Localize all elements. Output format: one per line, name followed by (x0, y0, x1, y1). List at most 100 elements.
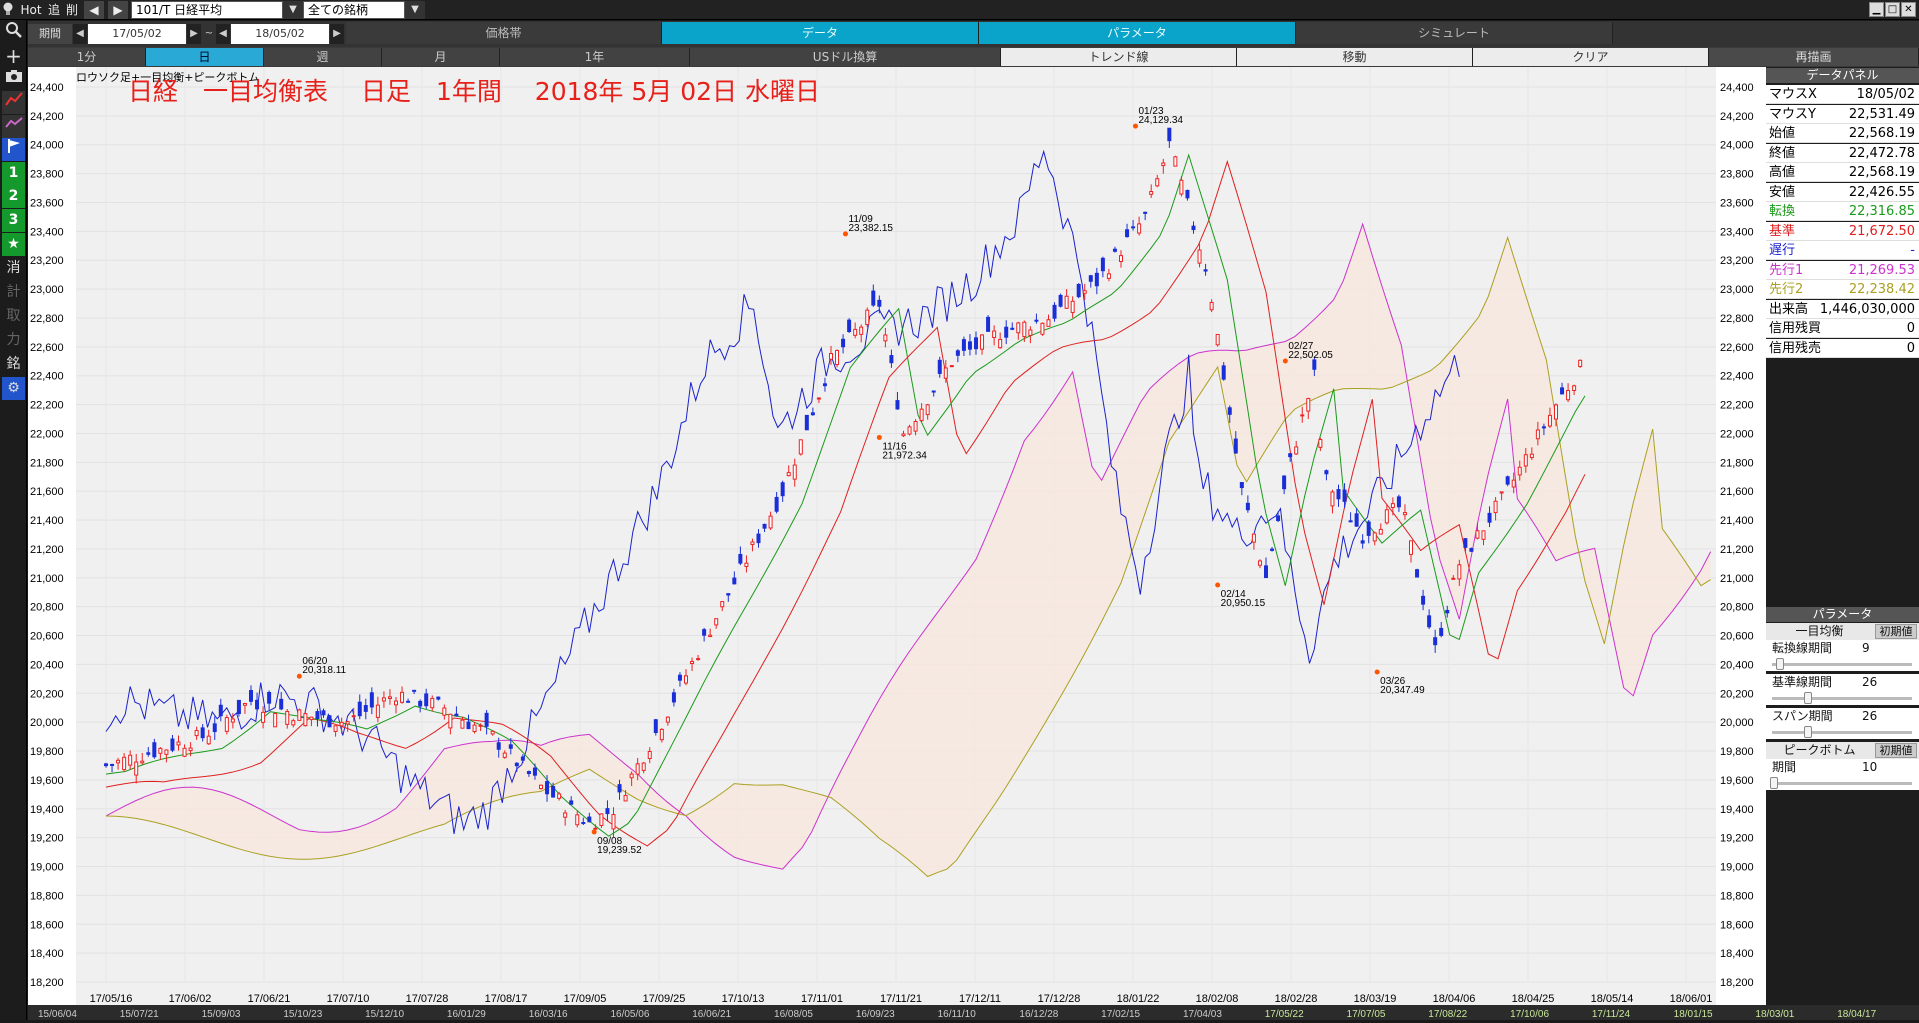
power-button[interactable]: 力 (2, 329, 25, 352)
overview-tick-label: 15/09/03 (202, 1009, 241, 1020)
candle-body (1010, 327, 1015, 330)
from-date-input[interactable]: 17/05/02 (88, 24, 186, 44)
redraw-button[interactable]: 再描画 (1709, 48, 1919, 66)
tenkan-value[interactable]: 9 (1862, 640, 1870, 657)
slider-knob[interactable] (1776, 658, 1784, 670)
candle-body (1439, 627, 1444, 636)
tab-data[interactable]: データ (662, 22, 979, 44)
tab-1year[interactable]: 1年 (500, 48, 690, 66)
crosshair-icon[interactable]: + (2, 45, 25, 68)
period-param-value[interactable]: 10 (1862, 759, 1877, 776)
candle-body (496, 742, 501, 750)
calc-button[interactable]: 計 (2, 281, 25, 304)
candle-chart-icon[interactable] (2, 91, 25, 114)
chevron-right-icon[interactable]: ▶ (330, 24, 344, 44)
overview-axis[interactable]: 15/06/04 15/07/21 15/09/03 15/10/23 15/12/10… (28, 1005, 1919, 1020)
candle-body (255, 699, 260, 710)
preset-1-button[interactable]: 1 (2, 162, 25, 185)
data-row-value: 22,472.78 (1848, 145, 1915, 161)
peak-marker (876, 434, 882, 440)
lightbulb-icon[interactable] (2, 1, 14, 19)
gear-icon[interactable]: ⚙ (2, 377, 25, 400)
slider-knob[interactable] (1770, 777, 1778, 789)
prev-icon[interactable]: ◀ (84, 1, 104, 19)
span-slider[interactable] (1766, 725, 1919, 739)
candle-body (146, 752, 151, 755)
chart-area[interactable]: 24,400 24,400 24,200 24,200 24,000 24,000 23,8… (28, 67, 1766, 1005)
ichimoku-text: 一目均衡 (1795, 624, 1844, 638)
slider-track[interactable] (1772, 782, 1912, 785)
x-tick-label: 17/11/01 (801, 993, 843, 1005)
slider-track[interactable] (1772, 731, 1912, 734)
trendline-button[interactable]: トレンド線 (1001, 48, 1237, 66)
delete-button[interactable]: 削 (64, 1, 80, 19)
symbol-select[interactable]: 101/T 日経平均 (131, 1, 283, 19)
camera-icon[interactable] (2, 68, 25, 91)
y-tick-label-left: 19,000 (30, 862, 64, 874)
clear-button[interactable]: クリア (1473, 48, 1709, 66)
chevron-right-icon[interactable]: ▶ (187, 24, 201, 44)
peak-marker (591, 829, 597, 835)
period-slider[interactable] (1766, 776, 1919, 790)
tab-1min[interactable]: 1分 (28, 48, 146, 66)
tab-price-band[interactable]: 価格帯 (346, 22, 662, 44)
preset-2-button[interactable]: 2 (2, 185, 25, 208)
data-row: 出来高 1,446,030,000 (1766, 299, 1919, 319)
line-chart-icon[interactable] (2, 115, 25, 138)
tenkan-slider[interactable] (1766, 657, 1919, 671)
tab-weekly[interactable]: 週 (264, 48, 382, 66)
candle-body (291, 720, 296, 726)
chevron-down-icon[interactable]: ▼ (283, 1, 303, 19)
preset-3-button[interactable]: 3 (2, 209, 25, 232)
hot-button[interactable]: Hot (18, 1, 44, 19)
peak-bottom-reset-button[interactable]: 初期値 (1875, 743, 1917, 758)
next-icon[interactable]: ▶ (108, 1, 128, 19)
move-button[interactable]: 移動 (1237, 48, 1473, 66)
candle-body (1100, 257, 1105, 272)
candle-body (472, 724, 477, 733)
candle-body (158, 747, 163, 754)
symbol-button[interactable]: 銘 (2, 353, 25, 376)
peak-value-label: 20,318.11 (302, 665, 346, 676)
slider-track[interactable] (1772, 697, 1912, 700)
candle-body (1360, 540, 1365, 544)
chevron-left-icon[interactable]: ◀ (216, 24, 230, 44)
candle-body (605, 808, 610, 815)
slider-track[interactable] (1772, 663, 1912, 666)
candle-body (1215, 333, 1220, 346)
maximize-icon[interactable]: □ (1885, 2, 1900, 17)
search-icon[interactable] (2, 21, 25, 44)
candle-body (545, 781, 550, 795)
minimize-icon[interactable]: ▁ (1869, 2, 1884, 17)
universe-select[interactable]: 全ての銘柄 (303, 1, 405, 19)
kijun-value[interactable]: 26 (1862, 674, 1877, 691)
tab-simulate[interactable]: シミュレート (1296, 22, 1613, 44)
flag-icon[interactable] (2, 138, 25, 161)
top-bar: Hot 追 削 ◀ ▶ 101/T 日経平均 ▼ 全ての銘柄 ▼ ▁ □ ✕ (0, 0, 1919, 20)
erase-button[interactable]: 消 (2, 257, 25, 280)
candle-body (1535, 429, 1540, 440)
candle-body (1088, 275, 1093, 282)
star-icon[interactable]: ★ (2, 233, 25, 256)
ichimoku-reset-button[interactable]: 初期値 (1875, 624, 1917, 639)
tab-parameters[interactable]: パラメータ (979, 22, 1296, 44)
span-value[interactable]: 26 (1862, 708, 1877, 725)
overview-tick-label: 17/02/15 (1101, 1009, 1140, 1020)
tab-usd-conversion[interactable]: USドル換算 (690, 48, 1001, 66)
candle-body (1112, 248, 1117, 252)
add-button[interactable]: 追 (46, 1, 62, 19)
close-icon[interactable]: ✕ (1901, 2, 1916, 17)
tab-monthly[interactable]: 月 (382, 48, 500, 66)
chevron-left-icon[interactable]: ◀ (73, 24, 87, 44)
y-tick-label-right: 20,000 (1720, 717, 1754, 729)
candle-body (835, 350, 840, 366)
tab-daily[interactable]: 日 (146, 48, 264, 66)
slider-knob[interactable] (1804, 692, 1812, 704)
kijun-slider[interactable] (1766, 691, 1919, 705)
chevron-down-icon[interactable]: ▼ (405, 1, 425, 19)
y-tick-label-right: 20,800 (1720, 602, 1754, 614)
to-date-input[interactable]: 18/05/02 (231, 24, 329, 44)
slider-knob[interactable] (1804, 726, 1812, 738)
ichimoku-chart[interactable]: 24,400 24,400 24,200 24,200 24,000 24,000 23,8… (28, 67, 1766, 1005)
trade-button[interactable]: 取 (2, 305, 25, 328)
